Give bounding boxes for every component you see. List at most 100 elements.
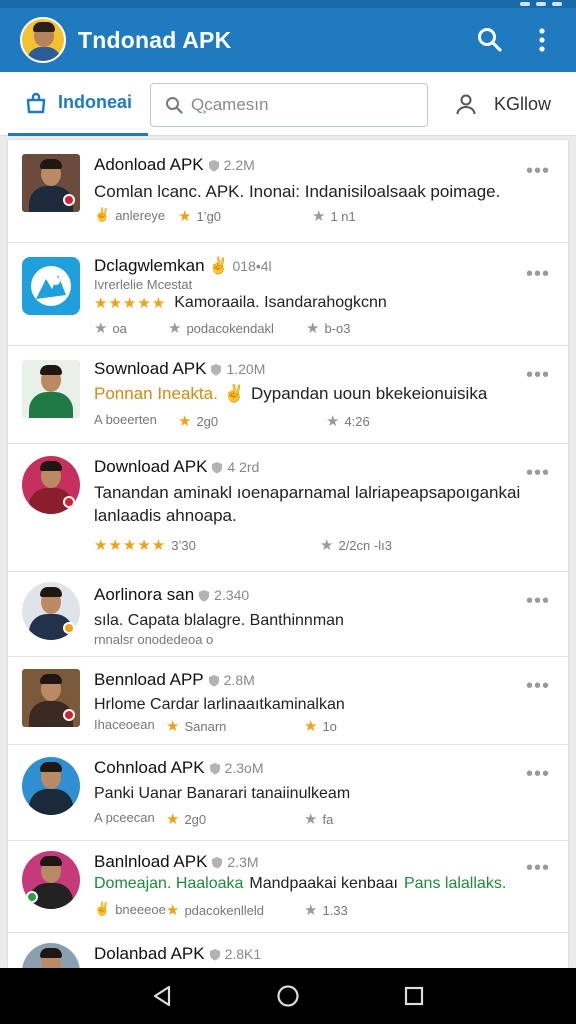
item-count: 1 n1 — [330, 208, 356, 224]
item-description: Panki Uanar Banarari tanaiinulkeam — [94, 785, 351, 802]
status-icons — [520, 0, 562, 8]
rating-stars: ★★★★★ — [94, 537, 167, 554]
star-icon: ★ — [94, 320, 108, 337]
item-rating: podacokendakl — [186, 320, 274, 336]
item-meta: oa — [112, 320, 127, 336]
star-icon: ★ — [178, 413, 192, 430]
more-vert-icon[interactable] — [528, 26, 556, 54]
list-item[interactable]: Dclagwlemkan ✌ 018•4l ••• Ivrerlelie Mce… — [8, 243, 568, 346]
more-horiz-icon[interactable]: ••• — [526, 463, 550, 483]
item-meta: bneeeoe — [115, 901, 166, 917]
item-description-2: Dypandan uoun bkekeionuisika — [251, 384, 488, 403]
item-title[interactable]: Banlnload APK — [94, 852, 207, 872]
star-icon: ★ — [306, 320, 320, 337]
list-item[interactable]: Sownload APK 1.20M ••• Ponnan Ineakta. ✌… — [8, 346, 568, 444]
item-title[interactable]: Cohnload APK — [94, 758, 205, 778]
star-icon: ★ — [178, 208, 192, 225]
more-horiz-icon[interactable]: ••• — [526, 161, 550, 181]
item-rating: Sanarn — [184, 718, 227, 734]
item-count: 1o — [322, 718, 337, 734]
list-item[interactable]: Dolanbad APK 2.8K1 — [8, 933, 568, 968]
tab-follow[interactable]: KGllow — [454, 72, 564, 136]
back-icon[interactable] — [151, 984, 173, 1008]
item-size: 2.2M — [223, 157, 255, 173]
rating-stars: ★★★★★ — [94, 295, 167, 312]
system-nav-bar — [0, 968, 576, 1024]
list-item[interactable]: Cohnload APK 2.3oM ••• Panki Uanar Banar… — [8, 745, 568, 841]
item-title[interactable]: Bennload APP — [94, 670, 204, 690]
item-rating: 2g0 — [184, 811, 207, 827]
item-description: Comlan lcanc. APK. Inonai: Indanisiloals… — [94, 182, 501, 201]
more-horiz-icon[interactable]: ••• — [526, 858, 550, 878]
verified-icon — [208, 674, 219, 686]
search-icon[interactable] — [476, 26, 504, 54]
app-thumbnail — [22, 669, 80, 727]
search-icon — [166, 97, 183, 114]
app-title: Tndonad APK — [78, 26, 232, 53]
item-size: 1.20M — [226, 361, 266, 377]
app-thumbnail — [22, 851, 80, 909]
more-horiz-icon[interactable]: ••• — [526, 764, 550, 784]
verified-icon — [208, 159, 219, 171]
thumb-up-icon: ✌ — [94, 207, 111, 222]
item-rating: 1ʼg0 — [196, 208, 222, 224]
item-title[interactable]: Sownload APK — [94, 359, 206, 379]
recents-icon[interactable] — [403, 985, 425, 1007]
item-title[interactable]: Aorlinora san — [94, 585, 194, 605]
item-size: 4 2rd — [227, 459, 260, 475]
app-thumbnail — [22, 582, 80, 640]
search-field[interactable] — [150, 83, 428, 127]
star-icon: ★ — [304, 811, 318, 828]
tab-bar: Indoneai KGllow — [0, 72, 576, 136]
app-thumbnail — [22, 257, 80, 315]
item-description: Tanandan aminakl ıoenaparnamal lalriapea… — [94, 483, 521, 525]
star-icon: ★ — [320, 537, 334, 554]
item-count: 2/2cn -lı3 — [338, 537, 392, 553]
more-horiz-icon[interactable]: ••• — [526, 591, 550, 611]
list-item[interactable]: Banlnload APK 2.3M ••• Domeajan. Haaloak… — [8, 841, 568, 933]
item-description: Kamoraaila. Isandarahogkcnn — [174, 294, 387, 311]
home-icon[interactable] — [276, 984, 300, 1008]
list-item[interactable]: Adonload APK 2.2M ••• Comlan lcanc. APK.… — [8, 140, 568, 243]
app-avatar[interactable] — [20, 17, 66, 63]
item-count: b-o3 — [324, 320, 351, 336]
item-rating: 3ʼ30 — [171, 537, 196, 553]
item-meta: Ihaceoean — [94, 717, 155, 732]
app-thumbnail — [22, 154, 80, 212]
list-item[interactable]: Bennload APP 2.8M ••• Hrlome Cardar larl… — [8, 657, 568, 745]
app-thumbnail — [22, 757, 80, 815]
verified-icon — [209, 762, 220, 774]
item-title[interactable]: Dclagwlemkan — [94, 256, 205, 276]
verified-icon — [212, 856, 223, 868]
status-bar — [0, 0, 576, 8]
item-title[interactable]: Adonload APK — [94, 155, 204, 175]
list-item[interactable]: Download APK 4 2rd ••• Tanandan aminakl … — [8, 444, 568, 572]
item-title[interactable]: Download APK — [94, 457, 207, 477]
star-icon: ★ — [312, 208, 326, 225]
tab-home-label: Indoneai — [57, 92, 132, 112]
item-subtitle: Ivrerlelie Mcestat — [94, 277, 193, 292]
app-thumbnail — [22, 456, 80, 514]
item-title[interactable]: Dolanbad APK — [94, 944, 205, 964]
more-horiz-icon[interactable]: ••• — [526, 264, 550, 284]
search-input[interactable] — [191, 95, 411, 115]
star-icon: ★ — [304, 718, 318, 735]
item-size: 018•4l — [232, 258, 272, 274]
thumb-up-icon: ✌ — [94, 901, 111, 916]
item-description: Domeajan. Haaloaka — [94, 875, 244, 892]
item-rating: 2g0 — [196, 413, 219, 429]
verified-icon — [212, 461, 223, 473]
item-rating: pdacokenlleld — [184, 902, 264, 918]
item-size: 2.8M — [223, 672, 255, 688]
more-horiz-icon[interactable]: ••• — [526, 365, 550, 385]
item-count: 4:26 — [344, 413, 370, 429]
shopping-bag-icon — [26, 92, 46, 113]
list-item[interactable]: Aorlinora san 2.340 ••• sıla. Capata bla… — [8, 572, 568, 657]
app-list: Adonload APK 2.2M ••• Comlan lcanc. APK.… — [8, 140, 568, 968]
more-horiz-icon[interactable]: ••• — [526, 676, 550, 696]
item-count: fa — [322, 811, 334, 827]
hand-icon: ✌ — [208, 258, 229, 275]
tab-home[interactable]: Indoneai — [8, 72, 148, 136]
star-icon: ★ — [168, 320, 182, 337]
app-bar: Tndonad APK — [0, 8, 576, 72]
